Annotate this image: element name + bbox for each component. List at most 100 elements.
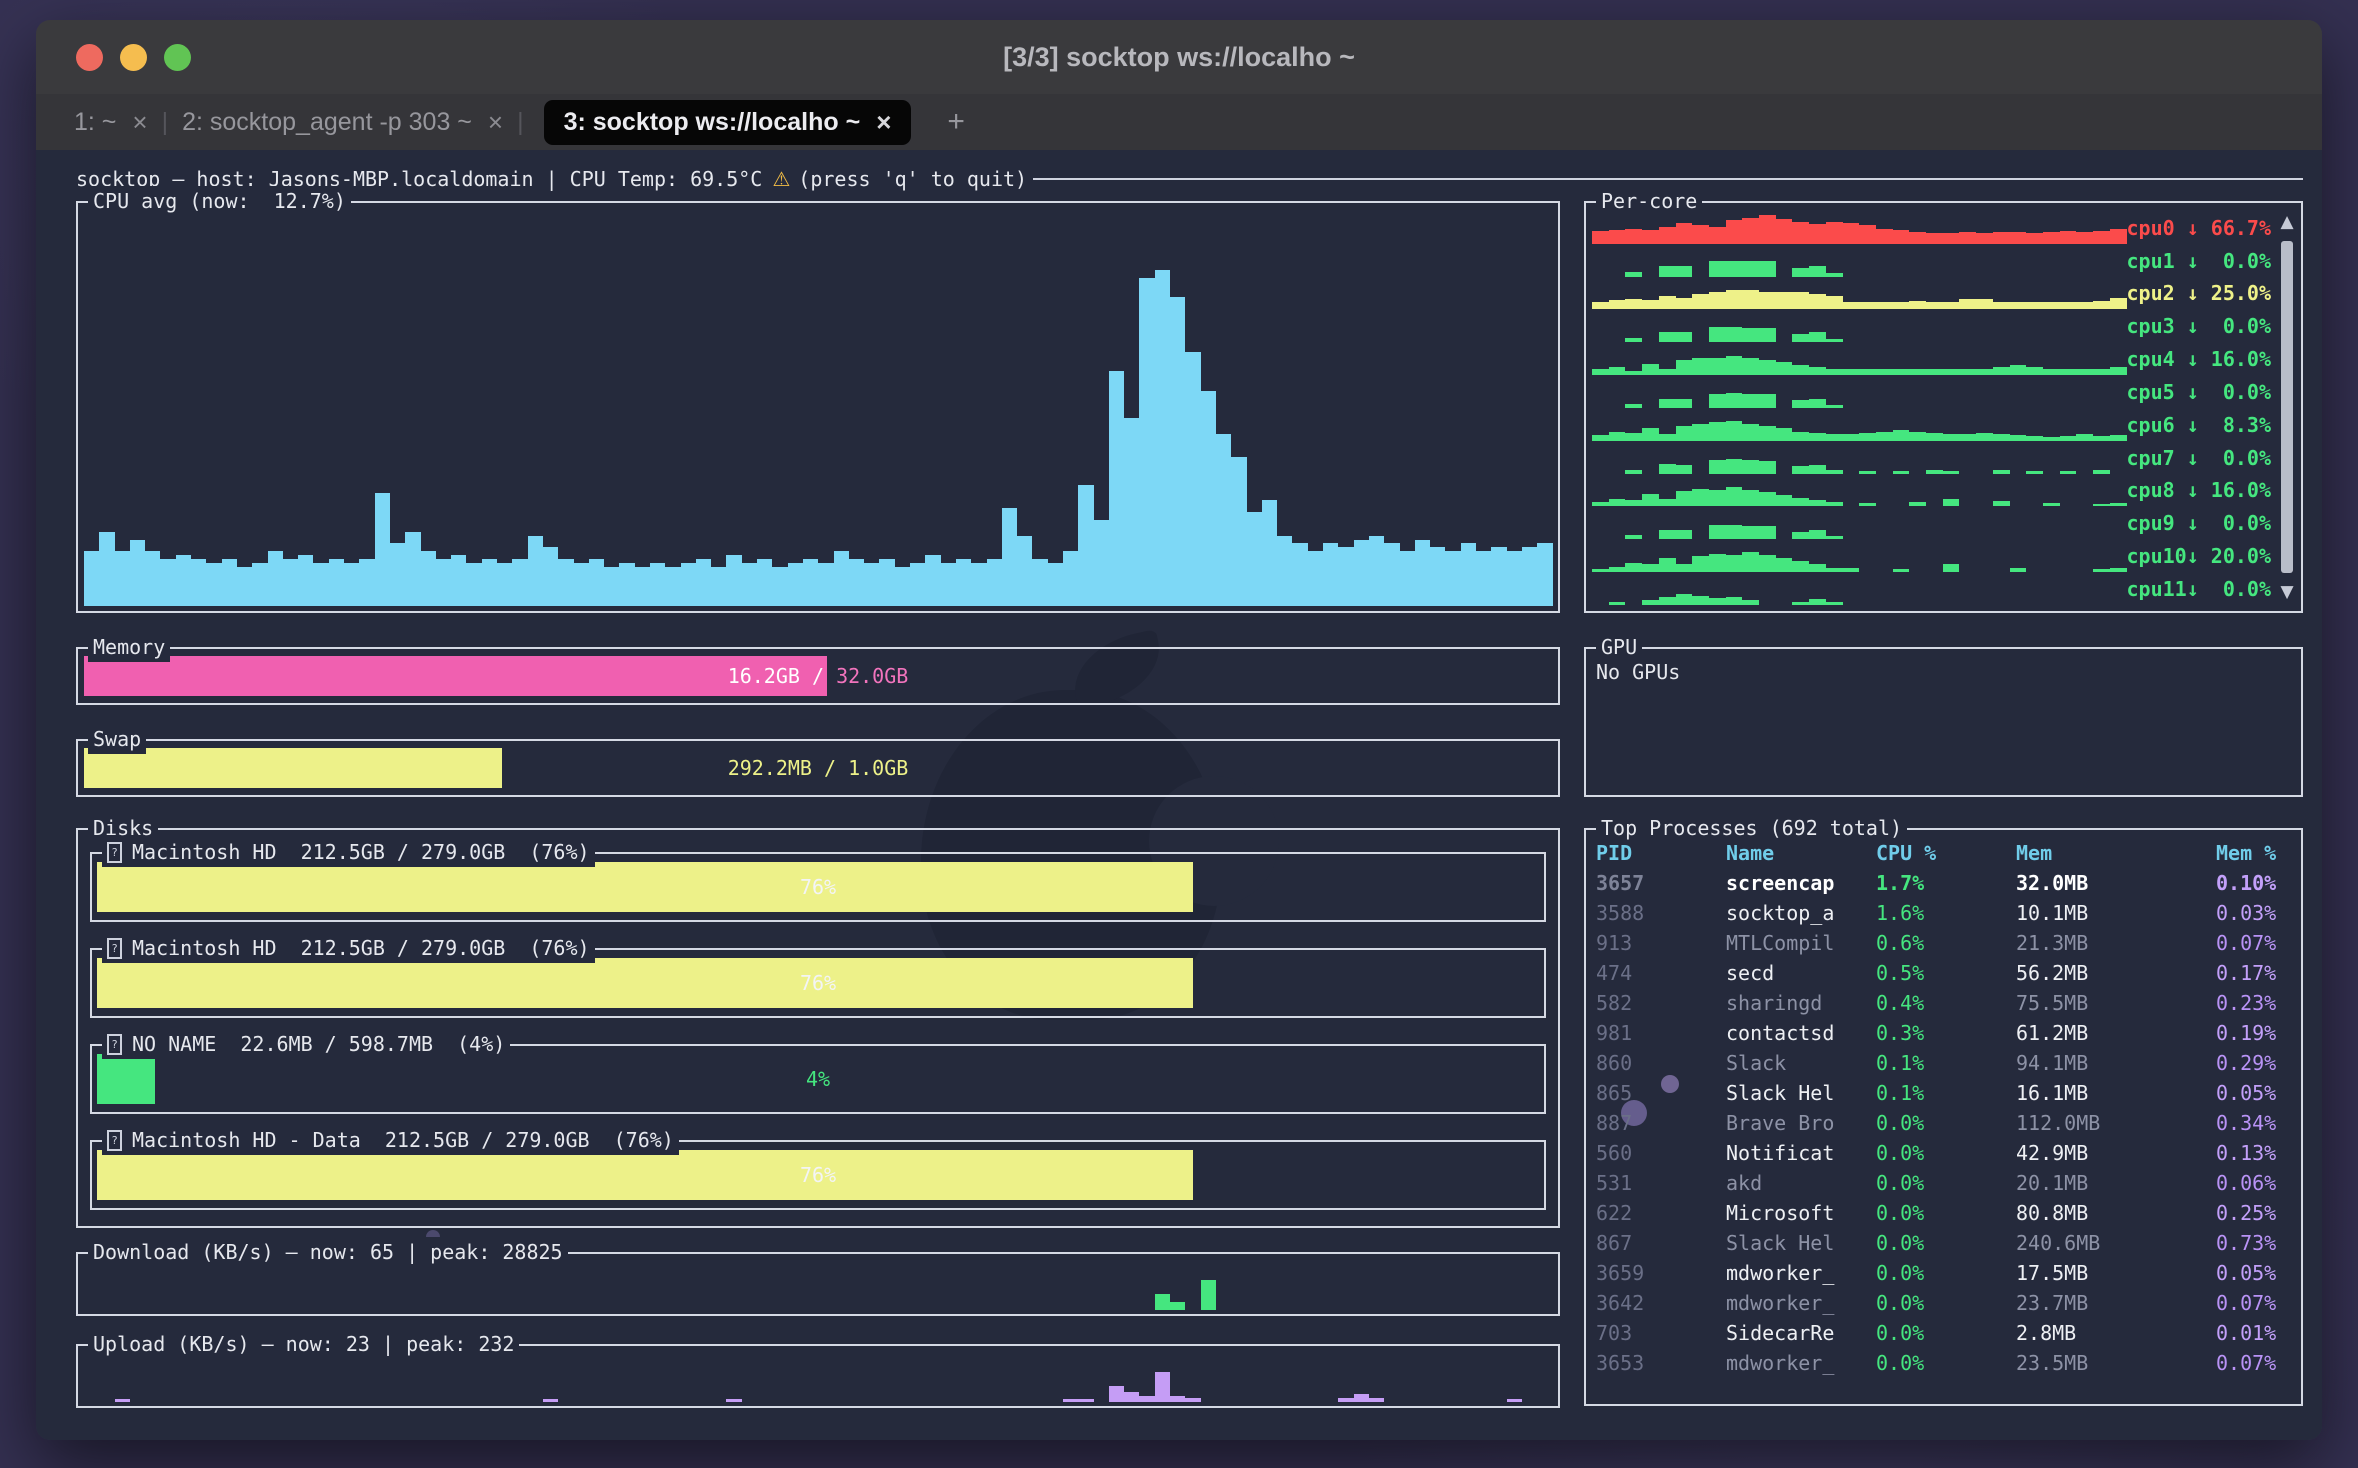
cpu-val-cell: 0.3%: [1876, 1018, 2016, 1048]
mem-cell: 61.2MB: [2016, 1018, 2216, 1048]
new-tab-button[interactable]: +: [947, 105, 965, 139]
disk-item-title: ?NO NAME 22.6MB / 598.7MB (4%): [102, 1029, 510, 1059]
pid-cell: 3588: [1596, 898, 1726, 928]
process-row: 3657screencap1.7%32.0MB0.10%: [1596, 868, 2299, 898]
core-spark-chart: [1592, 309, 2127, 342]
core-label: cpu9 ↓ 0.0%: [2127, 508, 2272, 539]
memp-cell: 0.06%: [2216, 1168, 2299, 1198]
process-row: 3659mdworker_0.0%17.5MB0.05%: [1596, 1258, 2299, 1288]
terminal-screen[interactable]: socktop — host: Jasons-MBP.localdomain |…: [36, 150, 2322, 1440]
core-row: cpu4 ↓ 16.0%: [1592, 342, 2271, 375]
minimize-window-button[interactable]: [120, 44, 147, 71]
memp-cell: 0.01%: [2216, 1318, 2299, 1348]
process-row: 887Brave Bro0.0%112.0MB0.34%: [1596, 1108, 2299, 1138]
core-spark-chart: [1592, 342, 2127, 375]
cpu-val-cell: 0.1%: [1876, 1048, 2016, 1078]
tab-1[interactable]: 1: ~ ×: [74, 107, 148, 138]
core-spark-chart: [1592, 506, 2127, 539]
memp-cell: 0.19%: [2216, 1018, 2299, 1048]
pid-cell: 913: [1596, 928, 1726, 958]
pid-cell: 3659: [1596, 1258, 1726, 1288]
core-spark-chart: [1592, 539, 2127, 572]
process-row: 3588socktop_a1.6%10.1MB0.03%: [1596, 898, 2299, 928]
tab-separator: |: [517, 108, 524, 137]
memp-cell: 0.23%: [2216, 988, 2299, 1018]
memory-title: Memory: [88, 632, 170, 662]
mem-cell: 17.5MB: [2016, 1258, 2216, 1288]
pid-cell: 474: [1596, 958, 1726, 988]
mem-cell: 21.3MB: [2016, 928, 2216, 958]
process-row: 531akd0.0%20.1MB0.06%: [1596, 1168, 2299, 1198]
memp-cell: 0.13%: [2216, 1138, 2299, 1168]
zoom-window-button[interactable]: [164, 44, 191, 71]
cpu-val-cell: 0.0%: [1876, 1228, 2016, 1258]
pid-cell: 867: [1596, 1228, 1726, 1258]
core-row: cpu2 ↓ 25.0%: [1592, 277, 2271, 310]
tab-separator: |: [162, 108, 169, 137]
name-cell: mdworker_: [1726, 1288, 1876, 1318]
cpu-val-cell: 0.0%: [1876, 1318, 2016, 1348]
name-cell: Notificat: [1726, 1138, 1876, 1168]
core-row: cpu9 ↓ 0.0%: [1592, 506, 2271, 539]
download-panel: Download (KB/s) — now: 65 | peak: 28825: [76, 1252, 1560, 1316]
name-cell: akd: [1726, 1168, 1876, 1198]
per-core-scrollbar[interactable]: ▲ ▼: [2277, 209, 2297, 605]
scrollbar-thumb[interactable]: [2281, 241, 2293, 573]
upload-panel: Upload (KB/s) — now: 23 | peak: 232: [76, 1344, 1560, 1408]
name-cell: mdworker_: [1726, 1258, 1876, 1288]
core-row: cpu10↓ 20.0%: [1592, 539, 2271, 572]
process-table: PIDNameCPU %MemMem %3657screencap1.7%32.…: [1596, 838, 2299, 1400]
core-spark-chart: [1592, 375, 2127, 408]
disk-usage-bar: 76%: [97, 958, 1539, 1008]
mem-cell: 94.1MB: [2016, 1048, 2216, 1078]
name-cell: MTLCompil: [1726, 928, 1876, 958]
pid-cell: 981: [1596, 1018, 1726, 1048]
gpu-panel: GPU No GPUs: [1584, 647, 2303, 797]
disk-usage-bar: 76%: [97, 862, 1539, 912]
memory-panel: Memory 16.2GB / 32.0GB: [76, 647, 1560, 705]
scroll-up-icon[interactable]: ▲: [2277, 209, 2297, 235]
scroll-down-icon[interactable]: ▼: [2277, 579, 2297, 605]
cpu-temp-warning-icon: ⚠: [772, 164, 790, 194]
terminal-window: [3/3] socktop ws://localho ~ 1: ~ × | 2:…: [36, 20, 2322, 1440]
mem-cell: 56.2MB: [2016, 958, 2216, 988]
per-core-panel: Per-core cpu0 ↓ 66.7%cpu1 ↓ 0.0%cpu2 ↓ 2…: [1584, 201, 2303, 613]
mem-cell: 23.7MB: [2016, 1288, 2216, 1318]
mem-cell: 42.9MB: [2016, 1138, 2216, 1168]
core-label: cpu7 ↓ 0.0%: [2127, 443, 2272, 474]
top-processes-panel: Top Processes (692 total) PIDNameCPU %Me…: [1584, 828, 2303, 1406]
memp-cell: 0.25%: [2216, 1198, 2299, 1228]
tab-3-active[interactable]: 3: socktop ws://localho ~ ×: [544, 100, 912, 145]
tab-2-close-icon[interactable]: ×: [488, 107, 503, 138]
core-label: cpu5 ↓ 0.0%: [2127, 377, 2272, 408]
name-cell: screencap: [1726, 868, 1876, 898]
header-rule: [1033, 178, 2303, 180]
app-header-line: socktop — host: Jasons-MBP.localdomain |…: [76, 164, 2303, 194]
core-label: cpu6 ↓ 8.3%: [2127, 410, 2272, 441]
window-title: [3/3] socktop ws://localho ~: [1003, 42, 1355, 73]
core-spark-chart: [1592, 474, 2127, 507]
close-window-button[interactable]: [76, 44, 103, 71]
gpu-status-text: No GPUs: [1586, 649, 2301, 695]
cpu-val-cell: 0.0%: [1876, 1138, 2016, 1168]
memp-cell: 0.07%: [2216, 1288, 2299, 1318]
tab-2[interactable]: 2: socktop_agent -p 303 ~ ×: [182, 107, 503, 138]
disk-usage-percent-label: 76%: [97, 862, 1539, 912]
scrollbar-track[interactable]: [2281, 239, 2293, 575]
cpu-val-cell: 0.4%: [1876, 988, 2016, 1018]
title-bar[interactable]: [3/3] socktop ws://localho ~: [36, 20, 2322, 94]
tab-3-close-icon[interactable]: ×: [876, 107, 891, 138]
eject-disk-icon: ?: [107, 842, 122, 863]
core-spark-chart: [1592, 408, 2127, 441]
per-core-title: Per-core: [1596, 186, 1702, 216]
tab-1-close-icon[interactable]: ×: [132, 107, 147, 138]
name-cell: Slack Hel: [1726, 1078, 1876, 1108]
swap-panel: Swap 292.2MB / 1.0GB: [76, 739, 1560, 797]
name-cell: socktop_a: [1726, 898, 1876, 928]
memp-cell: 0.07%: [2216, 928, 2299, 958]
cpu-val-cell: 0.6%: [1876, 928, 2016, 958]
core-label: cpu8 ↓ 16.0%: [2127, 475, 2272, 506]
core-label: cpu3 ↓ 0.0%: [2127, 311, 2272, 342]
disk-item: ?NO NAME 22.6MB / 598.7MB (4%)4%: [90, 1044, 1546, 1114]
name-cell: contactsd: [1726, 1018, 1876, 1048]
